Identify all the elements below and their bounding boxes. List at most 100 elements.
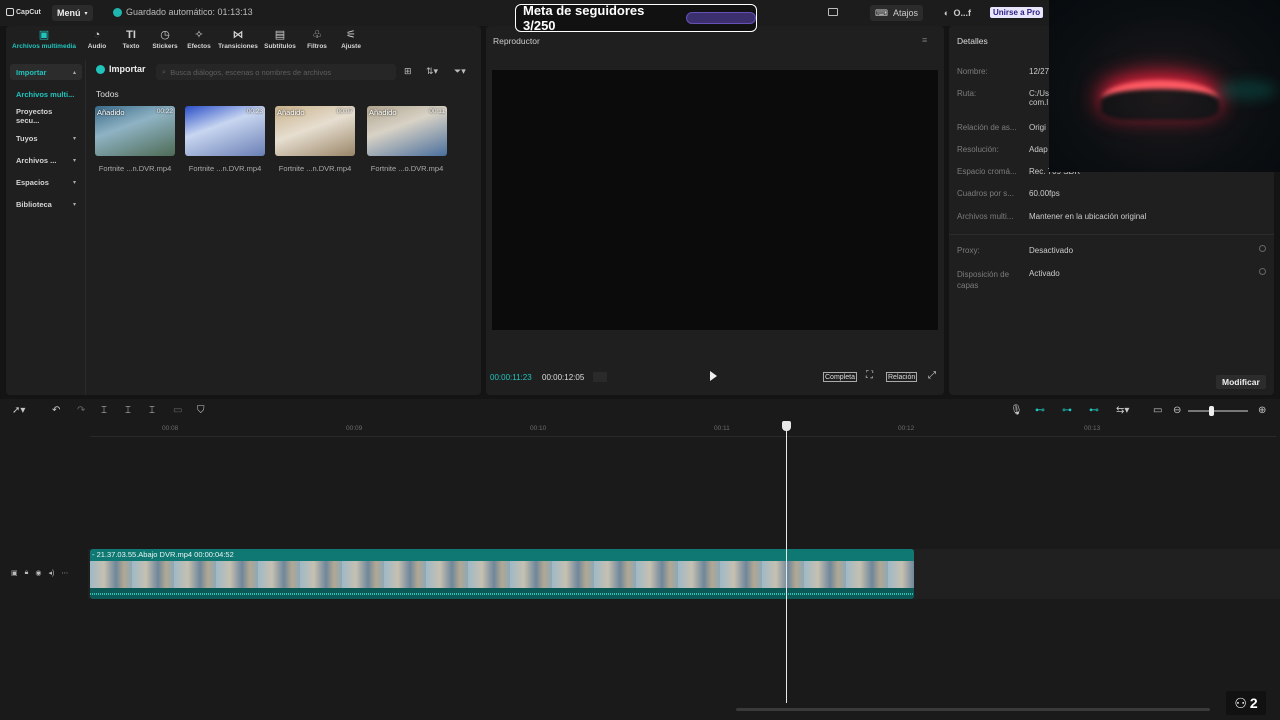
snap-icon[interactable]: ⊶ <box>1062 405 1072 416</box>
fullscreen-icon[interactable]: ⤢ <box>928 370 936 381</box>
shortcuts-button[interactable]: ⌨ Atajos <box>870 5 924 21</box>
caption-icon[interactable]: ▭ <box>1153 405 1162 416</box>
volume-icon[interactable]: ◂) <box>48 569 54 577</box>
tab-subtitles-label: Subtítulos <box>264 43 296 50</box>
media-thumbnail[interactable]: Añadido 00:11 <box>367 106 447 156</box>
tab-effects[interactable]: ✧ Efectos <box>182 26 216 52</box>
full-quality-button[interactable]: Completa <box>823 372 857 382</box>
media-thumbnail[interactable]: Añadido 00:22 <box>95 106 175 156</box>
tab-text-label: Texto <box>122 43 140 50</box>
help-icon[interactable] <box>1259 245 1266 252</box>
play-icon[interactable] <box>710 371 717 381</box>
tab-stickers-label: Stickers <box>152 43 178 50</box>
webcam-teal-light <box>1217 80 1277 100</box>
goal-progress-bar <box>686 12 756 24</box>
sidebar-item-import[interactable]: Importar ▴ <box>10 64 82 80</box>
aspect-ratio-button[interactable]: Relación <box>886 372 918 382</box>
tab-media[interactable]: ▣ Archivos multimedia <box>8 26 80 52</box>
sidebar-item-media-files[interactable]: Archivos multi... <box>10 86 82 102</box>
media-thumbnail[interactable]: 00:23 <box>185 106 265 156</box>
tab-transitions-label: Transiciones <box>218 43 258 50</box>
tab-audio[interactable]: ◔ Audio <box>80 26 114 52</box>
horizontal-scrollbar[interactable] <box>736 708 1210 711</box>
preview-axis-icon[interactable]: ⊷ <box>1089 405 1099 416</box>
tick-label: 00:08 <box>162 425 179 432</box>
sidebar-item-spaces[interactable]: Espacios ▾ <box>10 174 82 190</box>
sidebar-item-label: Espacios <box>16 177 49 187</box>
join-pro-button[interactable]: Unirse a Pro <box>990 7 1044 18</box>
player-menu-icon[interactable]: ≡ <box>922 35 927 45</box>
tick-label: 00:13 <box>1084 425 1101 432</box>
zoom-slider[interactable] <box>1188 410 1248 412</box>
people-icon: ⚇ <box>1234 694 1247 711</box>
autosave-status: Guardado automático: 01:13:13 <box>113 7 253 17</box>
user-button[interactable]: ◐ O...f <box>944 5 971 21</box>
tab-text[interactable]: TI Texto <box>114 26 148 52</box>
tick-label: 00:11 <box>714 425 730 432</box>
sort-icon[interactable]: ⇅▾ <box>426 66 438 77</box>
video-preview[interactable] <box>492 70 938 330</box>
tab-effects-label: Efectos <box>187 43 211 50</box>
modify-button[interactable]: Modificar <box>1216 375 1266 389</box>
clip-frames <box>90 561 914 588</box>
tick-label: 00:12 <box>898 425 915 432</box>
sidebar-item-label: Proyectos secu... <box>16 107 53 125</box>
clip-audio-waveform <box>90 588 914 599</box>
tab-subtitles[interactable]: ▤ Subtítulos <box>260 26 300 52</box>
playhead[interactable] <box>786 423 787 703</box>
sidebar-item-yours[interactable]: Tuyos ▾ <box>10 130 82 146</box>
user-avatar-icon: ◐ <box>944 8 950 18</box>
timeline-clip[interactable]: - 21.37.03.55.Abajo DVR.mp4 00:00:04:52 <box>90 549 914 599</box>
import-icon <box>96 64 105 74</box>
filter-icon[interactable]: ⏷▾ <box>454 66 466 77</box>
tab-transitions[interactable]: ⋈ Transiciones <box>216 26 260 52</box>
layout-icon[interactable] <box>828 8 838 16</box>
tab-audio-label: Audio <box>87 43 107 50</box>
grid-view-icon[interactable]: ⊞ <box>404 66 412 77</box>
sidebar-item-files[interactable]: Archivos ... ▾ <box>10 152 82 168</box>
tab-adjust[interactable]: ⚟ Ajuste <box>334 26 368 52</box>
split-right-icon[interactable]: ⌶ <box>149 405 155 416</box>
media-file-name: Fortnite ...n.DVR.mp4 <box>188 164 262 173</box>
menu-button[interactable]: Menú ▾ <box>52 5 93 21</box>
waveform <box>90 593 914 595</box>
timeline-scrub-icon[interactable] <box>593 372 607 382</box>
redo-icon[interactable]: ↷ <box>77 405 85 416</box>
sidebar-item-projects[interactable]: Proyectos secu... <box>10 107 82 125</box>
lock-icon[interactable]: 🔒︎ <box>25 569 29 577</box>
track-cover-icon[interactable]: ▣ <box>11 569 18 577</box>
more-icon[interactable]: ⋯ <box>61 569 68 577</box>
chevron-down-icon: ▾ <box>72 157 76 164</box>
zoom-out-icon[interactable]: ⊖ <box>1173 405 1181 416</box>
media-thumbnail[interactable]: Añadido 00:07 <box>275 106 355 156</box>
help-icon[interactable] <box>1259 268 1266 275</box>
sidebar-item-library[interactable]: Biblioteca ▾ <box>10 196 82 212</box>
delete-icon[interactable]: ▭ <box>173 405 182 416</box>
search-input[interactable]: ⌕ Busca diálogos, escenas o nombres de ar… <box>156 64 396 80</box>
sidebar-item-label: Archivos multi... <box>16 89 75 99</box>
clip-duration: 00:23 <box>246 108 263 115</box>
playhead-handle[interactable] <box>782 421 791 431</box>
import-button[interactable]: Importar <box>96 64 146 74</box>
clip-duration: 00:11 <box>429 108 445 115</box>
clip-label: - 21.37.03.55.Abajo DVR.mp4 00:00:04:52 <box>90 549 914 561</box>
crop-icon[interactable]: ⛶ <box>866 370 873 381</box>
time-ruler[interactable]: 00:08 00:09 00:10 00:11 00:12 00:13 <box>90 423 1276 437</box>
microphone-icon[interactable]: 🎙 <box>1010 405 1023 416</box>
zoom-slider-handle[interactable] <box>1209 406 1214 416</box>
detail-value: Desactivado <box>1029 246 1074 255</box>
tab-filters[interactable]: ♧ Filtros <box>300 26 334 52</box>
eye-icon[interactable]: ◉ <box>35 569 41 577</box>
total-timecode: 00:00:12:05 <box>542 373 585 382</box>
link-icon[interactable]: ⊷ <box>1035 405 1045 416</box>
media-icon: ▣ <box>38 29 50 41</box>
marker-icon[interactable]: ⛉ <box>197 405 205 416</box>
split-left-icon[interactable]: ⌶ <box>125 405 131 416</box>
tab-stickers[interactable]: ◷ Stickers <box>148 26 182 52</box>
select-tool-icon[interactable]: ➚▾ <box>12 405 25 416</box>
undo-icon[interactable]: ↶ <box>52 405 60 416</box>
split-icon[interactable]: ⌶ <box>101 405 107 416</box>
align-icon[interactable]: ⇆▾ <box>1116 405 1129 416</box>
zoom-in-icon[interactable]: ⊕ <box>1258 405 1266 416</box>
user-label: O...f <box>953 8 971 18</box>
